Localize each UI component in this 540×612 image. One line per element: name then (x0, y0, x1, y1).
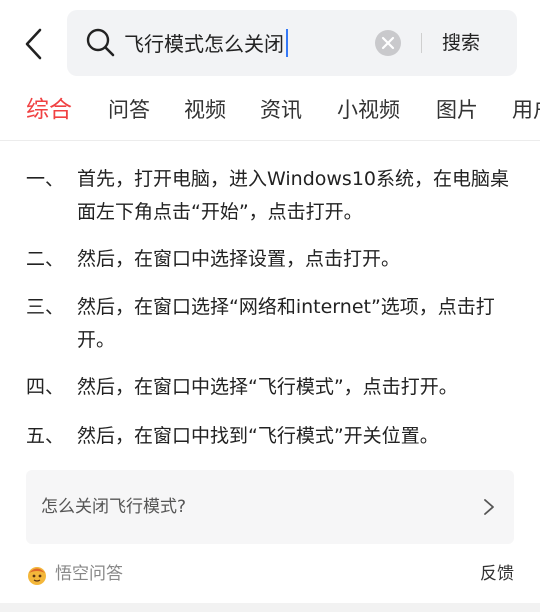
tab-qa[interactable]: 问答 (108, 92, 150, 128)
step-text: 然后，在窗口选择“网络和internet”选项，点击打开。 (77, 296, 495, 351)
step-text: 然后，在窗口中选择设置，点击打开。 (77, 248, 401, 270)
related-question-card[interactable]: 怎么关闭飞行模式? (26, 470, 514, 544)
step-number: 二、 (26, 248, 65, 270)
feedback-button[interactable]: 反馈 (480, 560, 514, 588)
search-divider (421, 33, 422, 53)
search-button[interactable]: 搜索 (442, 28, 480, 58)
tab-users[interactable]: 用户 (512, 92, 540, 128)
step-number: 一、 (26, 168, 65, 190)
tab-short-video[interactable]: 小视频 (337, 92, 400, 128)
clear-icon (375, 30, 401, 56)
related-question-text: 怎么关闭飞行模式? (41, 497, 187, 517)
chevron-right-icon (484, 499, 494, 515)
step-text: 然后，在窗口中找到“飞行模式”开关位置。 (77, 425, 439, 447)
back-arrow-icon (25, 28, 42, 60)
step-number: 五、 (26, 425, 65, 447)
answer-footer: 悟空问答 反馈 (0, 556, 540, 596)
top-bar: 搜索 (0, 0, 540, 86)
step-number: 四、 (26, 376, 65, 398)
source-label[interactable]: 悟空问答 (55, 560, 123, 588)
back-button[interactable] (20, 24, 52, 64)
search-results-page: 搜索 综合 问答 视频 资讯 小视频 图片 用户 一、 首先，打开电脑，进入Wi… (0, 0, 540, 612)
clear-button[interactable] (374, 29, 402, 57)
section-separator (0, 603, 540, 612)
tab-video[interactable]: 视频 (184, 92, 226, 128)
text-caret (286, 29, 288, 57)
search-icon (86, 28, 115, 57)
step-number: 三、 (26, 296, 65, 318)
wukong-avatar-icon[interactable] (26, 564, 48, 586)
category-tabs: 综合 问答 视频 资讯 小视频 图片 用户 (0, 86, 540, 141)
tab-images[interactable]: 图片 (436, 92, 478, 128)
step-text: 然后，在窗口中选择“飞行模式”，点击打开。 (77, 376, 458, 398)
tab-news[interactable]: 资讯 (260, 92, 302, 128)
step-text: 首先，打开电脑，进入Windows10系统，在电脑桌面左下角点击“开始”，点击打… (77, 168, 509, 223)
tab-comprehensive[interactable]: 综合 (26, 92, 72, 128)
